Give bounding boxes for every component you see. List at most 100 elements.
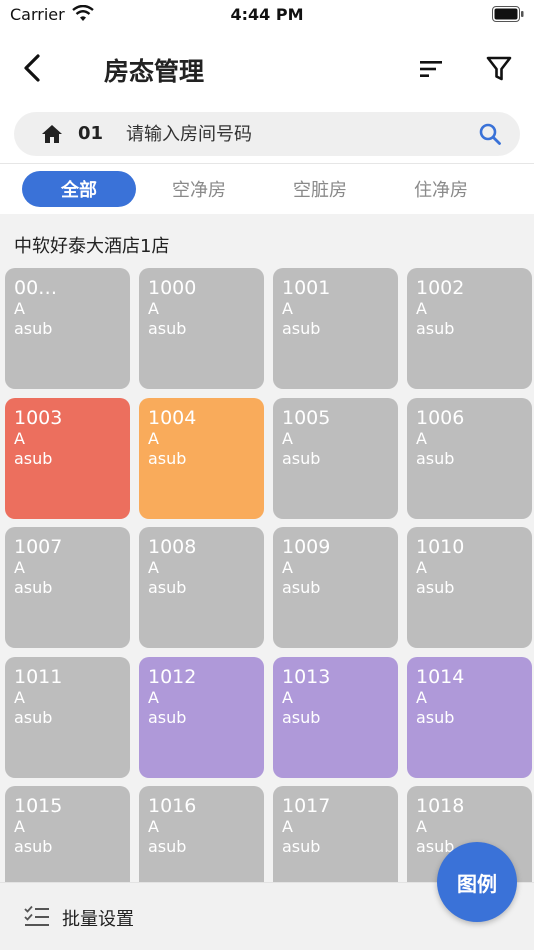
room-type: A (148, 817, 159, 836)
room-number: 1017 (282, 795, 331, 817)
room-type: A (416, 428, 427, 448)
room-subtype: asub (416, 707, 455, 727)
room-number: 1010 (416, 536, 465, 558)
room-subtype: asub (14, 837, 53, 856)
room-type: A (148, 428, 159, 448)
checklist-icon[interactable] (24, 905, 50, 927)
room-subtype: asub (282, 319, 321, 338)
room-type: A (282, 558, 293, 577)
room-number: 1002 (416, 277, 465, 299)
search-bar: 01 (14, 112, 520, 156)
room-number: 1015 (14, 795, 63, 817)
room-subtype: asub (14, 448, 53, 468)
room-subtype: asub (416, 319, 455, 338)
search-icon[interactable] (478, 122, 502, 146)
room-number: 1018 (416, 795, 465, 817)
tab-occupied-clean[interactable]: 住净房 (384, 171, 498, 207)
room-type: A (14, 687, 25, 707)
status-time: 4:44 PM (230, 5, 304, 24)
legend-button[interactable]: 图例 (437, 842, 517, 922)
room-card[interactable]: 1003 Aasub (5, 397, 130, 519)
status-tabs: 全部 空净房 空脏房 住净房 (0, 170, 534, 210)
room-number: 1001 (282, 277, 331, 299)
room-search-input[interactable] (126, 118, 456, 150)
filter-button[interactable] (482, 52, 516, 86)
room-card[interactable]: 1007 Aasub (5, 527, 130, 648)
room-type: A (416, 687, 427, 707)
tab-vacant-dirty[interactable]: 空脏房 (263, 171, 377, 207)
room-number: 00… (14, 277, 58, 299)
room-type: A (148, 558, 159, 577)
tab-vacant-clean[interactable]: 空净房 (142, 171, 256, 207)
room-type: A (14, 817, 25, 836)
room-subtype: asub (282, 448, 321, 468)
room-card[interactable]: 1001 Aasub (273, 268, 398, 389)
room-number: 1008 (148, 536, 197, 558)
room-subtype: asub (148, 578, 187, 597)
room-card[interactable]: 1006 Aasub (407, 397, 532, 519)
room-type: A (14, 299, 25, 318)
room-card[interactable]: 1017 Aasub (273, 786, 398, 882)
room-subtype: asub (14, 319, 53, 338)
room-subtype: asub (416, 578, 455, 597)
room-number: 1006 (416, 406, 465, 429)
room-number: 1012 (148, 665, 197, 688)
room-card[interactable]: 1010 Aasub (407, 527, 532, 648)
room-card[interactable]: 1005 Aasub (273, 397, 398, 519)
battery-icon (492, 6, 524, 22)
room-subtype: asub (282, 707, 321, 727)
room-card[interactable]: 1004 Aasub (139, 397, 264, 519)
nav-bar: 房态管理 (0, 38, 534, 100)
room-number: 1016 (148, 795, 197, 817)
room-type: A (282, 817, 293, 836)
room-subtype: asub (416, 448, 455, 468)
tab-all[interactable]: 全部 (22, 171, 136, 207)
room-subtype: asub (148, 707, 187, 727)
room-subtype: asub (148, 837, 187, 856)
room-card[interactable]: 1009 Aasub (273, 527, 398, 648)
room-subtype: asub (148, 448, 187, 468)
room-subtype: asub (282, 837, 321, 856)
room-type: A (416, 299, 427, 318)
room-number: 1007 (14, 536, 63, 558)
sort-icon (420, 61, 442, 77)
room-card[interactable]: 1013 Aasub (273, 656, 398, 778)
room-card[interactable]: 1014 Aasub (407, 656, 532, 778)
room-number: 1005 (282, 406, 331, 429)
chevron-left-icon (24, 54, 40, 82)
room-number: 1000 (148, 277, 197, 299)
room-number: 1011 (14, 665, 63, 688)
room-card[interactable]: 1008 Aasub (139, 527, 264, 648)
room-type: A (416, 817, 427, 836)
room-type: A (282, 428, 293, 448)
room-card[interactable]: 1016 Aasub (139, 786, 264, 882)
room-type: A (148, 687, 159, 707)
divider (0, 163, 534, 164)
room-number: 1013 (282, 665, 331, 688)
room-type: A (14, 558, 25, 577)
home-icon[interactable] (40, 122, 64, 146)
room-number: 1004 (148, 406, 197, 429)
room-type: A (14, 428, 25, 448)
page-title: 房态管理 (104, 57, 205, 86)
room-card[interactable]: 1002 Aasub (407, 268, 532, 389)
room-card[interactable]: 1012 Aasub (139, 656, 264, 778)
room-number: 1009 (282, 536, 331, 558)
room-card[interactable]: 1000 Aasub (139, 268, 264, 389)
sort-button[interactable] (414, 52, 448, 86)
room-card[interactable]: 1015 Aasub (5, 786, 130, 882)
room-subtype: asub (282, 578, 321, 597)
room-number: 1003 (14, 406, 63, 429)
status-bar: Carrier 4:44 PM (0, 0, 534, 30)
room-type: A (282, 299, 293, 318)
room-card[interactable]: 00… Aasub (5, 268, 130, 389)
building-number[interactable]: 01 (78, 123, 103, 144)
back-button[interactable] (14, 50, 50, 86)
room-type: A (416, 558, 427, 577)
room-number: 1014 (416, 665, 465, 688)
batch-settings-button[interactable]: 批量设置 (62, 905, 134, 931)
room-subtype: asub (14, 578, 53, 597)
room-list: 中软好泰大酒店1店 00… Aasub 1000 Aasub 1001 Aasub 1002… (0, 214, 534, 882)
room-subtype: asub (148, 319, 187, 338)
room-card[interactable]: 1011 Aasub (5, 656, 130, 778)
